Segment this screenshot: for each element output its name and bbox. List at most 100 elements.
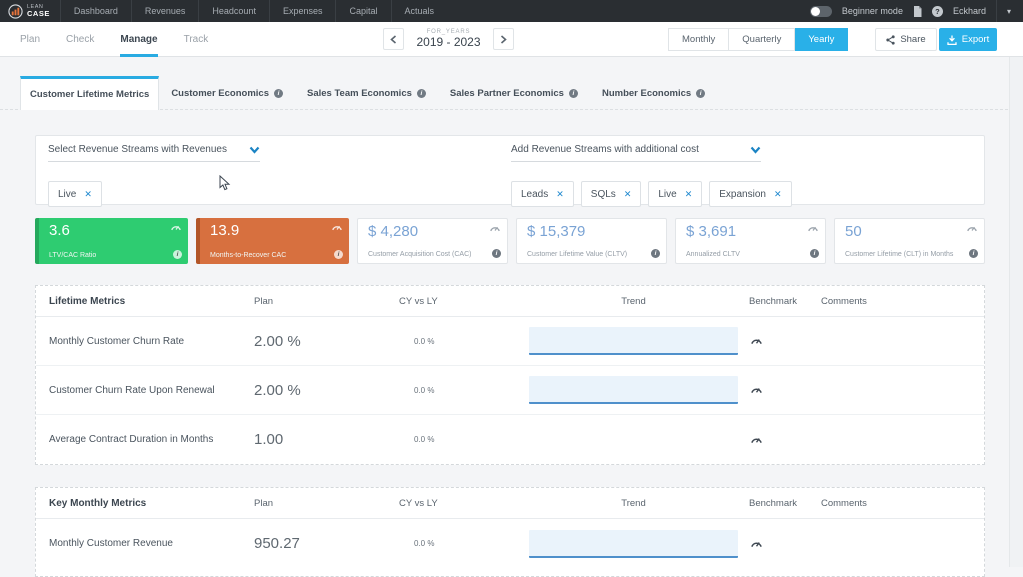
benchmark-gauge-icon[interactable] [171,223,181,231]
nav-item-headcount[interactable]: Headcount [198,0,269,22]
granularity-yearly[interactable]: Yearly [795,28,848,51]
kpi-annualized-cltv: $ 3,691 Annualized CLTV i [675,218,826,264]
trend-sparkline[interactable] [529,327,738,355]
chevron-right-icon [500,35,507,44]
info-icon[interactable]: i [274,89,283,98]
beginner-mode-toggle[interactable] [810,6,832,17]
benchmark-gauge-icon[interactable] [332,223,342,231]
cy-vs-ly-value: 0.0 % [399,337,529,346]
nav-item-dashboard[interactable]: Dashboard [60,0,131,22]
chip-sqls: SQLs ✕ [581,181,642,207]
remove-chip-icon[interactable]: ✕ [774,189,782,200]
info-icon[interactable]: i [417,89,426,98]
app-logo[interactable]: LEAN CASE [0,0,60,22]
benchmark-gauge-icon[interactable] [751,385,762,394]
plan-value[interactable]: 950.27 [254,535,399,552]
plan-value[interactable]: 2.00 % [254,382,399,399]
chip-expansion: Expansion ✕ [709,181,791,207]
col-benchmark: Benchmark [738,498,813,509]
cy-vs-ly-value: 0.0 % [399,539,529,548]
benchmark-gauge-icon[interactable] [490,224,500,232]
remove-chip-icon[interactable]: ✕ [624,189,632,200]
revenue-stream-filters: Select Revenue Streams with Revenues Liv… [35,135,985,205]
logo-chart-icon [8,4,23,19]
tab-sales-team-economics[interactable]: Sales Team Economics i [295,76,438,110]
info-icon[interactable]: i [569,89,578,98]
col-plan: Plan [254,296,399,307]
benchmark-gauge-icon[interactable] [808,224,818,232]
view-switcher: Plan Check Manage Track [20,22,208,57]
plan-value[interactable]: 2.00 % [254,333,399,350]
toggle-knob [811,7,820,16]
info-icon[interactable]: i [173,250,182,259]
scrollbar-track[interactable] [1009,57,1023,567]
trend-sparkline[interactable] [529,376,738,404]
col-cy-vs-ly: CY vs LY [399,296,529,307]
view-track[interactable]: Track [184,22,209,57]
col-plan: Plan [254,498,399,509]
export-button[interactable]: Export [939,28,997,51]
kpi-ltv-cac-ratio: 3.6 LTV/CAC Ratio i [35,218,188,264]
benchmark-gauge-icon[interactable] [751,435,762,444]
tab-customer-lifetime-metrics[interactable]: Customer Lifetime Metrics [20,76,159,110]
remove-chip-icon[interactable]: ✕ [556,189,564,200]
select-revenue-streams-label: Select Revenue Streams with Revenues [48,144,227,155]
remove-chip-icon[interactable]: ✕ [84,189,92,200]
nav-item-actuals[interactable]: Actuals [391,0,448,22]
info-icon[interactable]: i [969,249,978,258]
info-icon[interactable]: i [810,249,819,258]
chevron-down-icon [249,146,260,154]
share-label: Share [900,34,925,45]
help-icon[interactable]: ? [932,6,943,17]
table-row: Customer Churn Rate Upon Renewal 2.00 % … [36,366,984,415]
caret-down-icon[interactable]: ▾ [1007,7,1015,16]
info-icon[interactable]: i [492,249,501,258]
table-header: Lifetime Metrics Plan CY vs LY Trend Ben… [36,286,984,317]
metric-tabs: Customer Lifetime Metrics Customer Econo… [20,76,717,110]
chip-leads: Leads ✕ [511,181,574,207]
view-check[interactable]: Check [66,22,94,57]
granularity-monthly[interactable]: Monthly [668,28,729,51]
benchmark-gauge-icon[interactable] [967,224,977,232]
nav-item-revenues[interactable]: Revenues [131,0,199,22]
benchmark-gauge-icon[interactable] [751,539,762,548]
beginner-mode-label: Beginner mode [842,6,903,16]
period-value: 2019 - 2023 [411,36,486,50]
share-icon [886,35,895,45]
kpi-months-to-recover-cac: 13.9 Months-to-Recover CAC i [196,218,349,264]
nav-item-capital[interactable]: Capital [335,0,390,22]
nav-item-expenses[interactable]: Expenses [269,0,336,22]
tab-number-economics[interactable]: Number Economics i [590,76,717,110]
user-menu[interactable]: Eckhard [953,6,986,16]
col-benchmark: Benchmark [738,296,813,307]
col-comments: Comments [813,296,984,307]
granularity-switcher: Monthly Quarterly Yearly [668,28,848,51]
chip-live: Live ✕ [48,181,102,207]
download-icon [947,35,957,45]
next-period-button[interactable] [493,28,514,50]
plan-value[interactable]: 1.00 [254,431,399,448]
benchmark-gauge-icon[interactable] [751,336,762,345]
table-title: Lifetime Metrics [36,296,254,307]
share-button[interactable]: Share [875,28,937,51]
tab-customer-economics[interactable]: Customer Economics i [159,76,295,110]
cy-vs-ly-value: 0.0 % [399,386,529,395]
info-icon[interactable]: i [696,89,705,98]
document-icon[interactable] [913,6,922,17]
granularity-quarterly[interactable]: Quarterly [729,28,795,51]
view-plan[interactable]: Plan [20,22,40,57]
info-icon[interactable]: i [651,249,660,258]
info-icon[interactable]: i [334,250,343,259]
key-monthly-metrics-table: Key Monthly Metrics Plan CY vs LY Trend … [35,487,985,577]
remove-chip-icon[interactable]: ✕ [685,189,693,200]
kpi-customer-lifetime-value: $ 15,379 Customer Lifetime Value (CLTV) … [516,218,667,264]
add-revenue-streams-dropdown[interactable]: Add Revenue Streams with additional cost [511,144,761,162]
table-row: Average Contract Duration in Months 1.00… [36,415,984,464]
selected-revenue-chips: Live ✕ [48,181,102,207]
view-manage[interactable]: Manage [120,22,157,57]
col-comments: Comments [813,498,984,509]
trend-sparkline[interactable] [529,530,738,558]
prev-period-button[interactable] [383,28,404,50]
tab-sales-partner-economics[interactable]: Sales Partner Economics i [438,76,590,110]
select-revenue-streams-dropdown[interactable]: Select Revenue Streams with Revenues [48,144,260,162]
